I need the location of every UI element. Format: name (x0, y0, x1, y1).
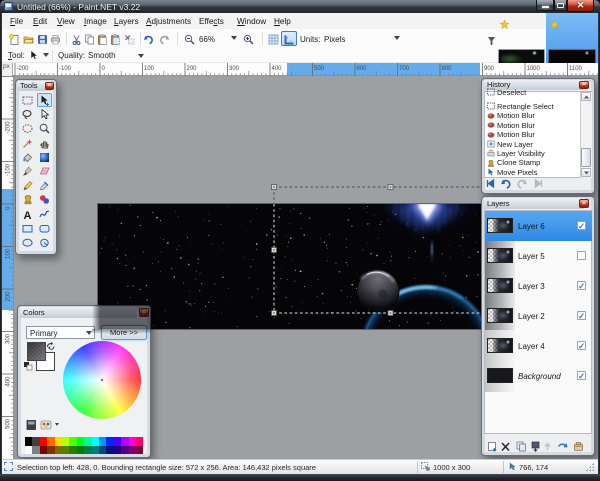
svg-text:700: 700 (399, 66, 410, 72)
svg-text:300: 300 (229, 66, 240, 72)
svg-text:-100: -100 (6, 163, 12, 176)
svg-text:1000: 1000 (527, 66, 541, 72)
svg-text:500: 500 (6, 418, 12, 429)
svg-text:600: 600 (357, 66, 368, 72)
svg-text:300: 300 (6, 333, 12, 344)
svg-text:100: 100 (6, 248, 12, 259)
svg-text:800: 800 (442, 66, 453, 72)
svg-text:500: 500 (314, 66, 325, 72)
svg-text:-200: -200 (6, 121, 12, 134)
svg-text:400: 400 (272, 66, 283, 72)
svg-text:400: 400 (6, 376, 12, 387)
svg-text:-200: -200 (17, 66, 30, 72)
svg-text:900: 900 (484, 66, 495, 72)
svg-text:1100: 1100 (569, 66, 583, 72)
svg-text:100: 100 (144, 66, 155, 72)
svg-text:200: 200 (187, 66, 198, 72)
svg-text:-100: -100 (59, 66, 72, 72)
svg-text:0: 0 (6, 206, 12, 210)
svg-text:200: 200 (6, 291, 12, 302)
svg-text:0: 0 (102, 66, 106, 72)
svg-text:A: A (24, 210, 32, 220)
